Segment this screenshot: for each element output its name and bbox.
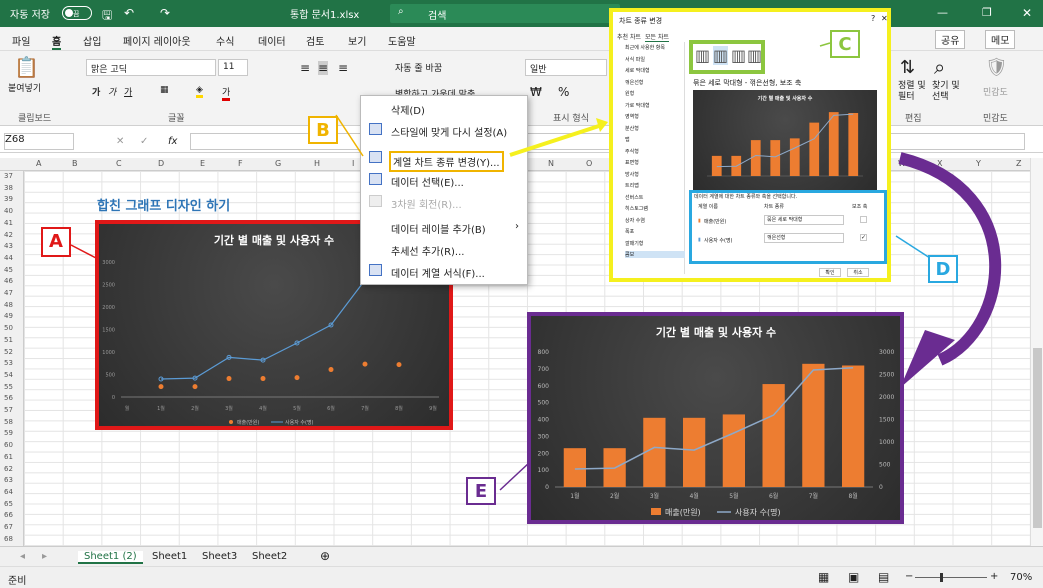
zoom-slider-thumb[interactable] xyxy=(940,573,943,582)
page-layout-icon[interactable]: ▣ xyxy=(848,570,859,584)
arrow-b-line xyxy=(509,123,603,157)
sheet-tab-1[interactable]: Sheet1 (2) xyxy=(78,551,143,564)
zoom-out-icon[interactable]: − xyxy=(905,571,913,582)
zoom-in-icon[interactable]: + xyxy=(990,571,998,582)
zoom-slider[interactable] xyxy=(915,577,987,578)
label-b: B xyxy=(308,116,338,144)
label-d: D xyxy=(928,255,958,283)
scrollbar-thumb[interactable] xyxy=(1033,348,1042,528)
page-break-icon[interactable]: ▤ xyxy=(878,570,889,584)
label-e: E xyxy=(466,477,496,505)
add-sheet-icon[interactable]: ⊕ xyxy=(320,549,330,563)
arrow-c xyxy=(819,42,831,47)
sheet-tab-3[interactable]: Sheet3 xyxy=(202,551,237,562)
normal-view-icon[interactable]: ▦ xyxy=(818,570,829,584)
sheet-tab-4[interactable]: Sheet2 xyxy=(252,551,287,562)
sheet-tab-2[interactable]: Sheet1 xyxy=(152,551,187,562)
prev-sheet-icon[interactable]: ◂ xyxy=(20,551,25,562)
label-c: C xyxy=(830,30,860,58)
label-a: A xyxy=(41,227,71,257)
status-bar: 준비 ▦ ▣ ▤ − + 70% xyxy=(0,566,1043,588)
vertical-scrollbar[interactable] xyxy=(1030,158,1043,546)
arrow-d xyxy=(895,235,931,259)
arrow-b-link xyxy=(335,114,364,157)
arrow-a xyxy=(70,244,97,259)
zoom-level: 70% xyxy=(1010,572,1033,583)
next-sheet-icon[interactable]: ▸ xyxy=(42,551,47,562)
status-ready: 준비 xyxy=(8,576,27,587)
arrow-e xyxy=(499,461,531,491)
annotation-overlay xyxy=(70,42,1002,491)
sheet-tab-bar: ◂ ▸ Sheet1 (2) Sheet1 Sheet3 Sheet2 ⊕ xyxy=(0,546,1043,566)
